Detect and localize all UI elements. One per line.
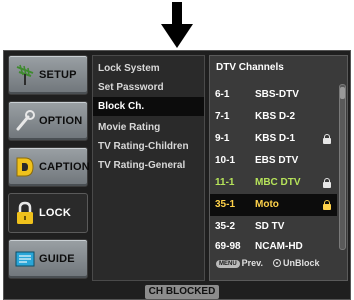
menu-item-block-ch[interactable]: Block Ch. bbox=[93, 97, 204, 116]
nav-setup-label: SETUP bbox=[39, 69, 77, 81]
menu-item-movie-rating[interactable]: Movie Rating bbox=[93, 118, 204, 137]
channel-row[interactable]: 6-1 SBS-DTV bbox=[210, 84, 337, 106]
channel-number: 35-2 bbox=[215, 221, 236, 232]
nav-lock[interactable]: LOCK bbox=[8, 193, 88, 233]
antenna-icon bbox=[16, 64, 34, 85]
channel-row[interactable]: 9-1 KBS D-1 bbox=[210, 128, 337, 150]
channel-name: SD TV bbox=[255, 221, 285, 232]
channel-number: 11-1 bbox=[215, 177, 235, 188]
down-arrow-icon bbox=[161, 2, 193, 48]
channel-number: 9-1 bbox=[215, 133, 230, 144]
scroll-thumb[interactable] bbox=[340, 87, 345, 99]
channel-scrollbar[interactable] bbox=[339, 84, 346, 250]
lock-icon bbox=[323, 200, 331, 210]
channel-name: NCAM-HD bbox=[255, 241, 303, 252]
channel-row[interactable]: 69-98 NCAM-HD bbox=[210, 236, 337, 258]
channel-name: KBS D-1 bbox=[255, 133, 296, 144]
menu-item-set-password[interactable]: Set Password bbox=[93, 78, 204, 97]
channel-list-panel: DTV Channels 6-1 SBS-DTV 7-1 KBS D-2 9-1… bbox=[209, 55, 348, 281]
channel-number: 10-1 bbox=[215, 155, 236, 166]
main-menu: SETUP OPTION CAPTION LOCK GUIDE bbox=[8, 55, 90, 281]
prev-label: Prev. bbox=[241, 258, 264, 268]
caption-d-icon bbox=[16, 157, 34, 177]
channel-number: 7-1 bbox=[215, 111, 230, 122]
tv-menu-screen: SETUP OPTION CAPTION LOCK GUIDE Lock Sys… bbox=[3, 50, 351, 300]
status-badge: CH BLOCKED bbox=[145, 285, 219, 299]
menu-item-tv-rating-children[interactable]: TV Rating-Children bbox=[93, 137, 204, 156]
channel-row[interactable]: 10-1 EBS DTV bbox=[210, 150, 337, 172]
nav-option-label: OPTION bbox=[39, 115, 83, 127]
ok-button-icon bbox=[273, 259, 282, 267]
channel-row[interactable]: 7-1 KBS D-2 bbox=[210, 106, 337, 128]
page: SETUP OPTION CAPTION LOCK GUIDE Lock Sys… bbox=[0, 0, 354, 300]
channel-number: 6-1 bbox=[215, 89, 230, 100]
channel-number: 35-1 bbox=[215, 199, 236, 210]
channel-row[interactable]: 11-1 MBC DTV bbox=[210, 172, 337, 194]
channel-name: SBS-DTV bbox=[255, 89, 299, 100]
unblock-label: UnBlock bbox=[283, 258, 320, 268]
channel-row[interactable]: 35-2 SD TV bbox=[210, 216, 337, 238]
lock-icon bbox=[323, 134, 331, 144]
channel-name: EBS DTV bbox=[255, 155, 299, 166]
nav-guide-label: GUIDE bbox=[39, 253, 75, 265]
channel-list-header: DTV Channels bbox=[216, 62, 284, 73]
nav-guide[interactable]: GUIDE bbox=[8, 239, 88, 279]
nav-lock-label: LOCK bbox=[39, 207, 71, 219]
lock-icon bbox=[323, 178, 331, 188]
wrench-icon bbox=[16, 110, 35, 131]
channel-row-selected[interactable]: 35-1 Moto bbox=[210, 194, 337, 216]
channel-name: MBC DTV bbox=[255, 177, 301, 188]
nav-caption-label: CAPTION bbox=[39, 161, 90, 173]
channel-name: KBS D-2 bbox=[255, 111, 296, 122]
guide-book-icon bbox=[15, 251, 35, 267]
menu-item-tv-rating-general[interactable]: TV Rating-General bbox=[93, 156, 204, 175]
menu-key-icon: MENU bbox=[216, 260, 240, 268]
padlock-icon bbox=[17, 201, 33, 224]
nav-caption[interactable]: CAPTION bbox=[8, 147, 90, 187]
nav-option[interactable]: OPTION bbox=[8, 101, 88, 141]
key-legend: MENU Prev. UnBlock bbox=[216, 258, 320, 268]
channel-number: 69-98 bbox=[215, 241, 241, 252]
nav-setup[interactable]: SETUP bbox=[8, 55, 88, 95]
menu-item-lock-system[interactable]: Lock System bbox=[93, 59, 204, 78]
lock-submenu: Lock System Set Password Block Ch. Movie… bbox=[92, 55, 205, 281]
channel-name: Moto bbox=[255, 199, 279, 210]
